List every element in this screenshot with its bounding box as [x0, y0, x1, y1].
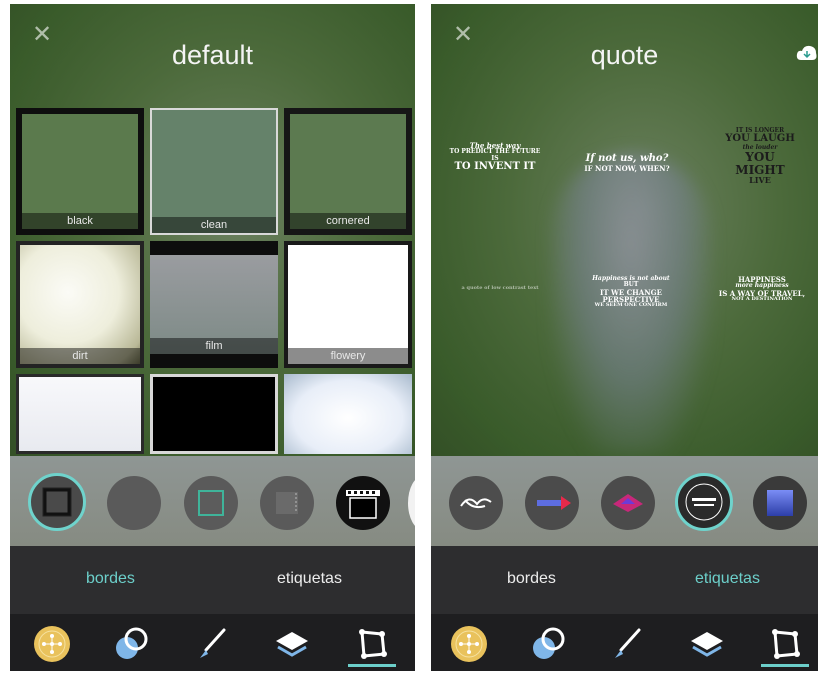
circles-icon[interactable] [529, 624, 569, 664]
border-tile-dark[interactable] [150, 374, 278, 454]
tab-bordes[interactable]: bordes [86, 570, 135, 588]
stickers-screen: ✕ quote The best way TO PREDICT THE FUTU… [431, 4, 818, 671]
tab-bar: bordes etiquetas [10, 546, 415, 614]
tile-label: black [22, 213, 138, 229]
border-tile-film[interactable]: film [150, 241, 278, 368]
brush-icon[interactable] [192, 624, 232, 664]
frame-lines-icon [276, 492, 298, 514]
category-thumb-film[interactable] [336, 476, 390, 530]
quote-line: If not us, who? [585, 153, 669, 164]
quote-line: TO INVENT IT [454, 160, 536, 172]
quote-line: LIVE [749, 175, 771, 186]
border-grid: black clean cornered dirt film flowery [16, 108, 412, 454]
quote-line: NOT A DESTINATION [731, 295, 793, 302]
layers-icon[interactable] [272, 624, 312, 664]
quote-sticker-1[interactable]: The best way TO PREDICT THE FUTURE IS TO… [449, 142, 541, 172]
border-tile-flowery[interactable]: flowery [284, 241, 412, 368]
tile-label: flowery [288, 348, 408, 364]
tab-etiquetas[interactable]: etiquetas [277, 570, 342, 588]
border-tile-white[interactable] [16, 374, 144, 454]
layers-icon[interactable] [687, 624, 727, 664]
arrow-shape-icon [537, 496, 571, 510]
tab-bar: bordes etiquetas [431, 546, 818, 614]
category-thumb-lines[interactable] [260, 476, 314, 530]
category-thumb-floral[interactable] [449, 476, 503, 530]
crop-frame-icon[interactable] [352, 624, 392, 664]
quote-line: IT WE CHANGE PERSPECTIVE [600, 287, 662, 304]
active-tool-indicator [761, 664, 809, 667]
category-carousel [431, 456, 818, 546]
quote-line: YOU MIGHT [735, 150, 785, 177]
quote-line: WE SEEM ONE CONFIRM [594, 302, 668, 309]
border-tile-cornered[interactable]: cornered [284, 108, 412, 235]
film-strip-icon [346, 490, 380, 519]
quote-sticker-4[interactable]: a quote of low contrast text [455, 285, 545, 291]
tile-label: cornered [290, 213, 406, 229]
category-thumb-more[interactable] [408, 476, 415, 530]
borders-screen: ✕ default black clean cornered dirt film… [10, 4, 415, 671]
border-tile-black[interactable]: black [16, 108, 144, 235]
tile-label: clean [152, 217, 276, 233]
quote-sticker-2[interactable]: If not us, who? IF NOT NOW, WHEN? [581, 153, 673, 173]
tab-bordes[interactable]: bordes [507, 570, 556, 588]
quote-sticker-6[interactable]: HAPPINESS more happiness IS A WAY OF TRA… [713, 276, 811, 302]
quote-line: a quote of low contrast text [461, 285, 539, 291]
page-title: default [171, 40, 254, 70]
quote-sticker-3[interactable]: IT IS LONGER YOU LAUGH the louder YOU MI… [721, 127, 799, 186]
quote-sticker-5[interactable]: Happiness is not about BUT IT WE CHANGE … [583, 275, 679, 309]
active-tool-indicator [348, 664, 396, 667]
category-thumb-default[interactable] [28, 473, 86, 531]
category-thumb-quote[interactable] [675, 473, 733, 531]
floral-icon [460, 498, 492, 509]
frame-teal-icon [198, 490, 224, 516]
brush-icon[interactable] [607, 624, 647, 664]
category-thumb-gradient[interactable] [753, 476, 807, 530]
gradient-square-icon [767, 490, 793, 516]
quote-line: IF NOT NOW, WHEN? [584, 163, 670, 173]
shapes-icon [613, 494, 643, 512]
compass-icon[interactable] [449, 624, 489, 664]
border-tile-dirt[interactable]: dirt [16, 241, 144, 368]
bottom-toolbar [10, 614, 415, 671]
page-title: quote [590, 40, 659, 70]
tile-label: film [150, 338, 278, 354]
bottom-toolbar [431, 614, 818, 671]
circles-icon[interactable] [112, 624, 152, 664]
category-thumb-shapes[interactable] [601, 476, 655, 530]
category-thumb-color[interactable] [184, 476, 238, 530]
cloud-download-icon[interactable] [796, 44, 818, 62]
border-tile-clean[interactable]: clean [150, 108, 278, 235]
border-tile-glow[interactable] [284, 374, 412, 454]
tile-label: dirt [20, 348, 140, 364]
category-thumb-arrow[interactable] [525, 476, 579, 530]
tab-etiquetas[interactable]: etiquetas [695, 570, 760, 588]
category-carousel [10, 456, 415, 546]
category-thumb-grunge[interactable] [107, 476, 161, 530]
quote-badge-icon [685, 483, 723, 521]
compass-icon[interactable] [32, 624, 72, 664]
crop-frame-icon[interactable] [765, 624, 805, 664]
frame-square-icon [42, 487, 72, 517]
